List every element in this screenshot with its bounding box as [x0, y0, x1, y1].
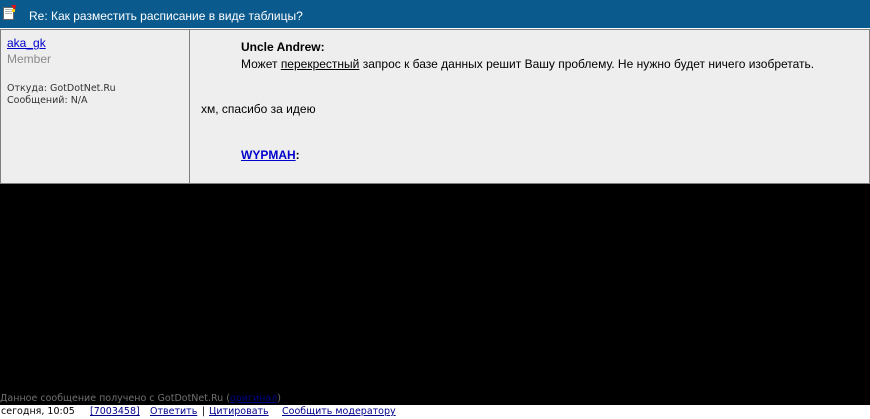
second-quote: WYPMAH:	[241, 148, 300, 162]
reply-link[interactable]: Ответить	[150, 406, 197, 417]
document-icon	[3, 5, 16, 20]
message-title: Re: Как разместить расписание в виде таб…	[29, 9, 303, 23]
message-body: Uncle Andrew: Может перекрестный запрос …	[190, 30, 869, 183]
quote-author: Uncle Andrew:	[241, 40, 325, 54]
second-quote-author-link[interactable]: WYPMAH	[241, 148, 296, 162]
footer-separator: |	[202, 406, 206, 417]
report-moderator-link[interactable]: Сообщить модератору	[282, 406, 396, 417]
message-title-bar: Re: Как разместить расписание в виде таб…	[0, 0, 870, 29]
quote-text-prefix: Может	[241, 57, 281, 71]
author-name-link[interactable]: aka_gk	[7, 36, 46, 50]
quote-keyword-link[interactable]: перекрестный	[281, 57, 360, 71]
author-panel: aka_gk Member Откуда: GotDotNet.Ru Сообщ…	[1, 30, 190, 183]
post-date: сегодня, 10:05	[1, 406, 75, 417]
message-footer-bar: сегодня, 10:05 [7003458] Ответить | Цити…	[0, 405, 870, 419]
source-note: Данное сообщение получено с GotDotNet.Ru…	[0, 393, 281, 404]
source-note-suffix: )	[277, 393, 281, 404]
quote-text-suffix: запрос к базе данных решит Вашу проблему…	[359, 57, 815, 71]
author-role: Member	[7, 52, 52, 66]
source-note-prefix: Данное сообщение получено с GotDotNet.Ru…	[0, 393, 230, 404]
quote-link[interactable]: Цитировать	[209, 406, 269, 417]
message-id-link[interactable]: [7003458]	[90, 406, 140, 417]
forum-post: aka_gk Member Откуда: GotDotNet.Ru Сообщ…	[0, 29, 870, 184]
second-quote-colon: :	[295, 148, 300, 162]
original-link[interactable]: оригинал	[230, 393, 277, 404]
author-from: Откуда: GotDotNet.Ru	[7, 83, 116, 94]
reply-text: хм, спасибо за идею	[201, 102, 316, 116]
quote-text: Может перекрестный запрос к базе данных …	[241, 57, 814, 71]
author-message-count: Сообщений: N/A	[7, 95, 88, 106]
